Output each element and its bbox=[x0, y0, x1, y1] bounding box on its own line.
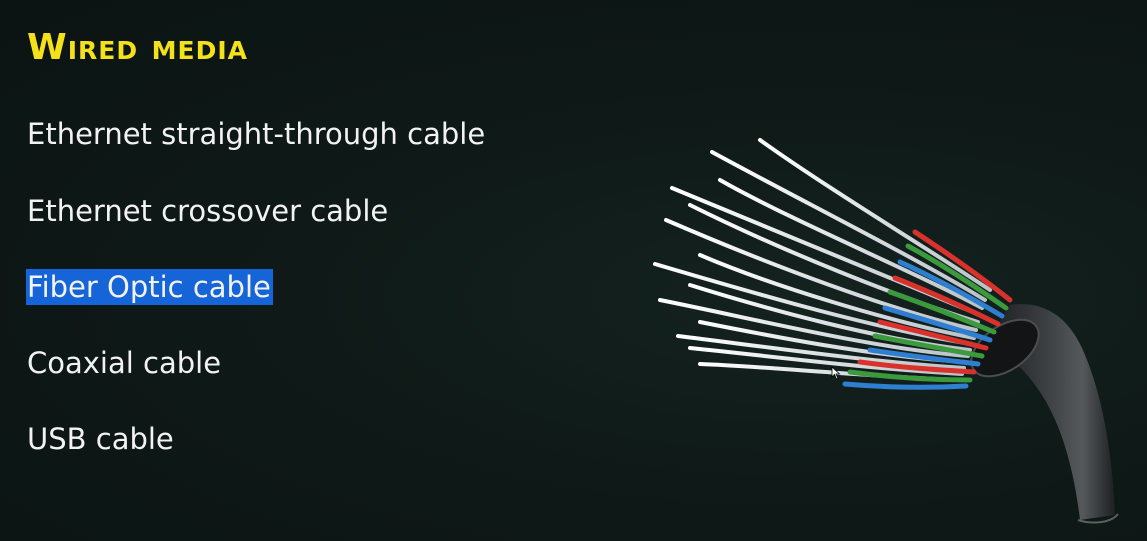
list-item-coaxial[interactable]: Coaxial cable bbox=[27, 345, 221, 381]
list-item-ethernet-straight-through[interactable]: Ethernet straight-through cable bbox=[27, 116, 485, 152]
list-item-fiber-optic[interactable]: Fiber Optic cable bbox=[26, 269, 273, 305]
slide: Wired media Ethernet straight-through ca… bbox=[0, 0, 1147, 541]
fiber-optic-cable-icon bbox=[653, 138, 1119, 524]
list-item-usb[interactable]: USB cable bbox=[27, 421, 174, 457]
list-item-ethernet-crossover[interactable]: Ethernet crossover cable bbox=[27, 193, 388, 229]
mouse-cursor-icon bbox=[831, 366, 841, 380]
slide-title: Wired media bbox=[27, 27, 248, 68]
